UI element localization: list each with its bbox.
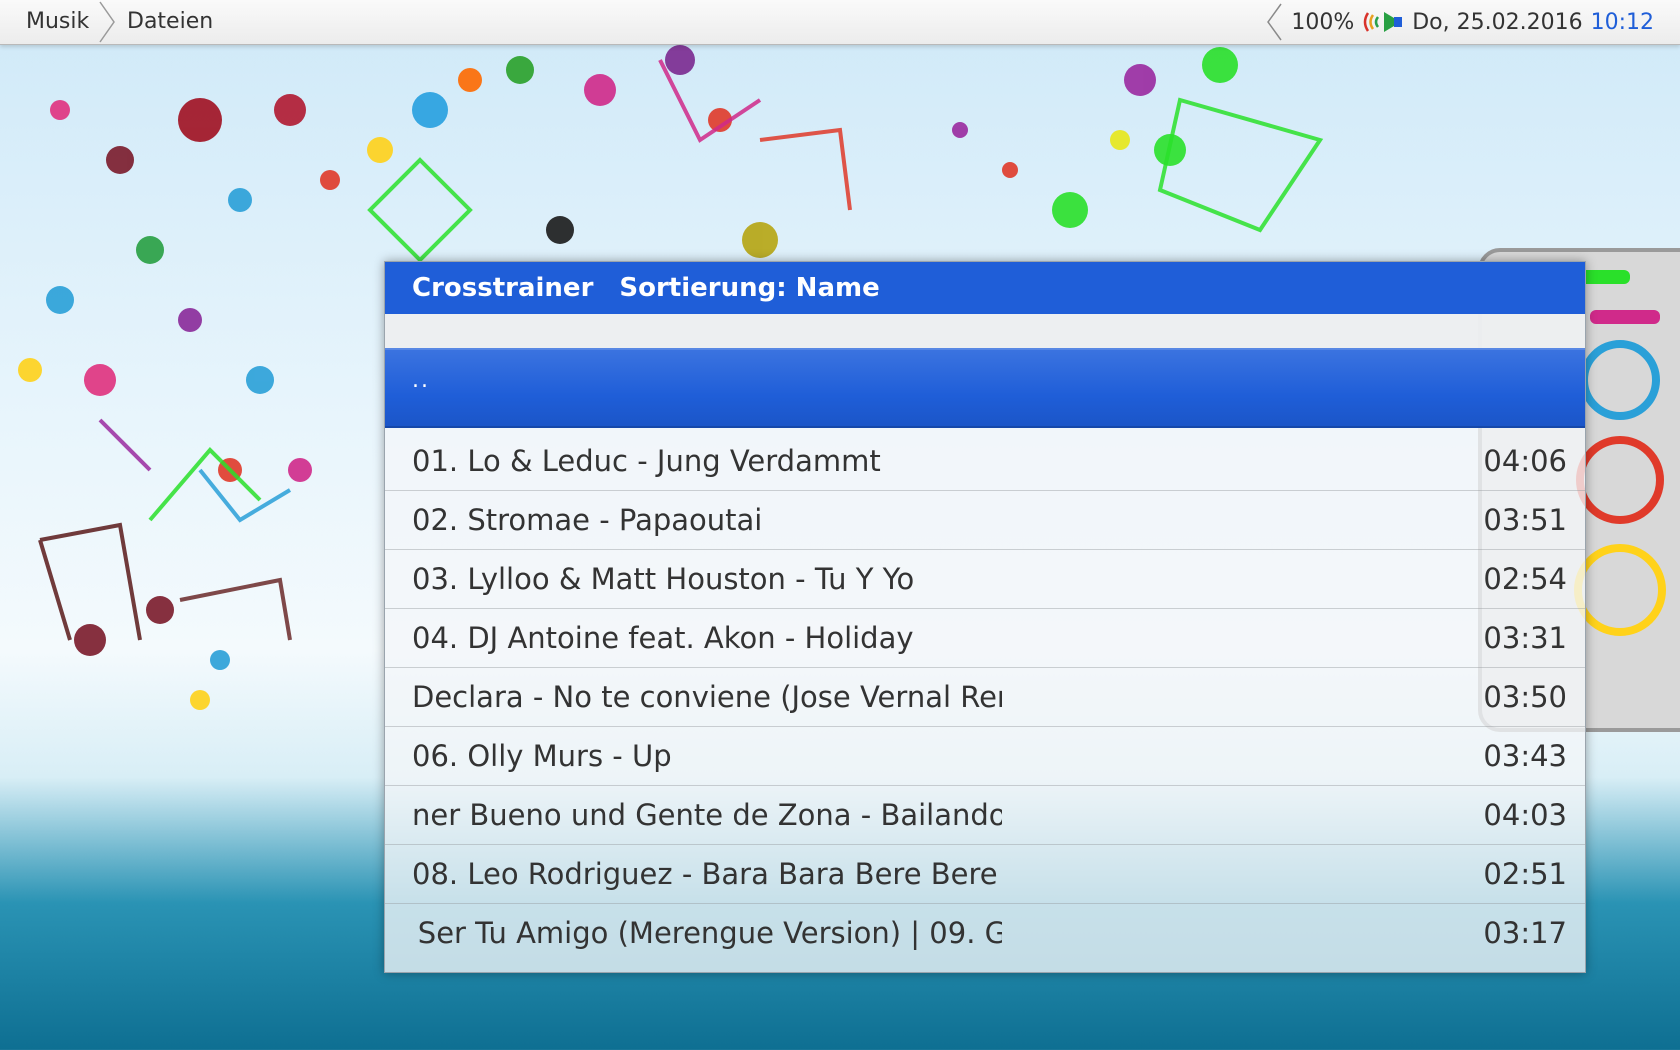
track-row[interactable]: 03. Lylloo & Matt Houston - Tu Y Yo 02:5… [385,550,1585,609]
track-row[interactable]: 02. Stromae - Papaoutai 03:51 [385,491,1585,550]
track-title: 06. Olly Murs - Up [412,739,672,773]
track-title: 01. Lo & Leduc - Jung Verdammt [412,444,881,478]
track-row[interactable]: Ser Tu Amigo (Merengue Version) | 09. Gr… [385,904,1585,962]
breadcrumb-chevron-icon [99,1,115,43]
track-duration: 04:03 [1483,798,1567,832]
track-title: ner Bueno und Gente de Zona - Bailando (… [412,798,1002,832]
track-title: 04. DJ Antoine feat. Akon - Holiday [412,621,914,655]
top-bar: Musik Dateien 100% Do, 25.02.2016 10:12 [0,0,1680,45]
track-title: 03. Lylloo & Matt Houston - Tu Y Yo [412,562,915,596]
track-list: 01. Lo & Leduc - Jung Verdammt 04:06 02.… [385,432,1585,962]
track-duration: 03:50 [1483,680,1567,714]
track-row[interactable]: 06. Olly Murs - Up 03:43 [385,727,1585,786]
track-row[interactable]: 08. Leo Rodriguez - Bara Bara Bere Bere … [385,845,1585,904]
volume-level: 100% [1291,9,1355,35]
status-area: 100% Do, 25.02.2016 10:12 [1265,0,1654,44]
volume-icon [1363,12,1403,32]
track-duration: 03:51 [1483,503,1567,537]
track-duration: 04:06 [1483,444,1567,478]
track-row[interactable]: ner Bueno und Gente de Zona - Bailando (… [385,786,1585,845]
music-file-list-dialog: Crosstrainer Sortierung: Name .. 01. Lo … [384,261,1586,973]
dialog-header: Crosstrainer Sortierung: Name [385,262,1585,314]
track-title: Declara - No te conviene (Jose Vernal Re… [412,680,1002,714]
track-row[interactable]: Declara - No te conviene (Jose Vernal Re… [385,668,1585,727]
track-row[interactable]: 04. DJ Antoine feat. Akon - Holiday 03:3… [385,609,1585,668]
track-title: 02. Stromae - Papaoutai [412,503,763,537]
folder-name: Crosstrainer [412,273,594,303]
track-duration: 03:17 [1483,916,1567,950]
track-duration: 03:31 [1483,621,1567,655]
date-label: Do, 25.02.2016 [1412,9,1583,35]
clock-time: 10:12 [1590,9,1654,35]
parent-folder-label: .. [412,368,430,393]
track-duration: 02:54 [1483,562,1567,596]
track-title: 08. Leo Rodriguez - Bara Bara Bere Bere [412,857,998,891]
track-row[interactable]: 01. Lo & Leduc - Jung Verdammt 04:06 [385,432,1585,491]
track-duration: 03:43 [1483,739,1567,773]
track-duration: 02:51 [1483,857,1567,891]
dialog-subheader [385,314,1585,349]
parent-folder-item[interactable]: .. [385,348,1585,428]
breadcrumb-musik[interactable]: Musik [26,0,89,44]
breadcrumb-dateien[interactable]: Dateien [127,0,213,44]
sort-label[interactable]: Sortierung: Name [619,273,879,303]
track-title: Ser Tu Amigo (Merengue Version) | 09. Gr… [417,916,1002,950]
back-chevron-icon[interactable] [1265,2,1283,42]
